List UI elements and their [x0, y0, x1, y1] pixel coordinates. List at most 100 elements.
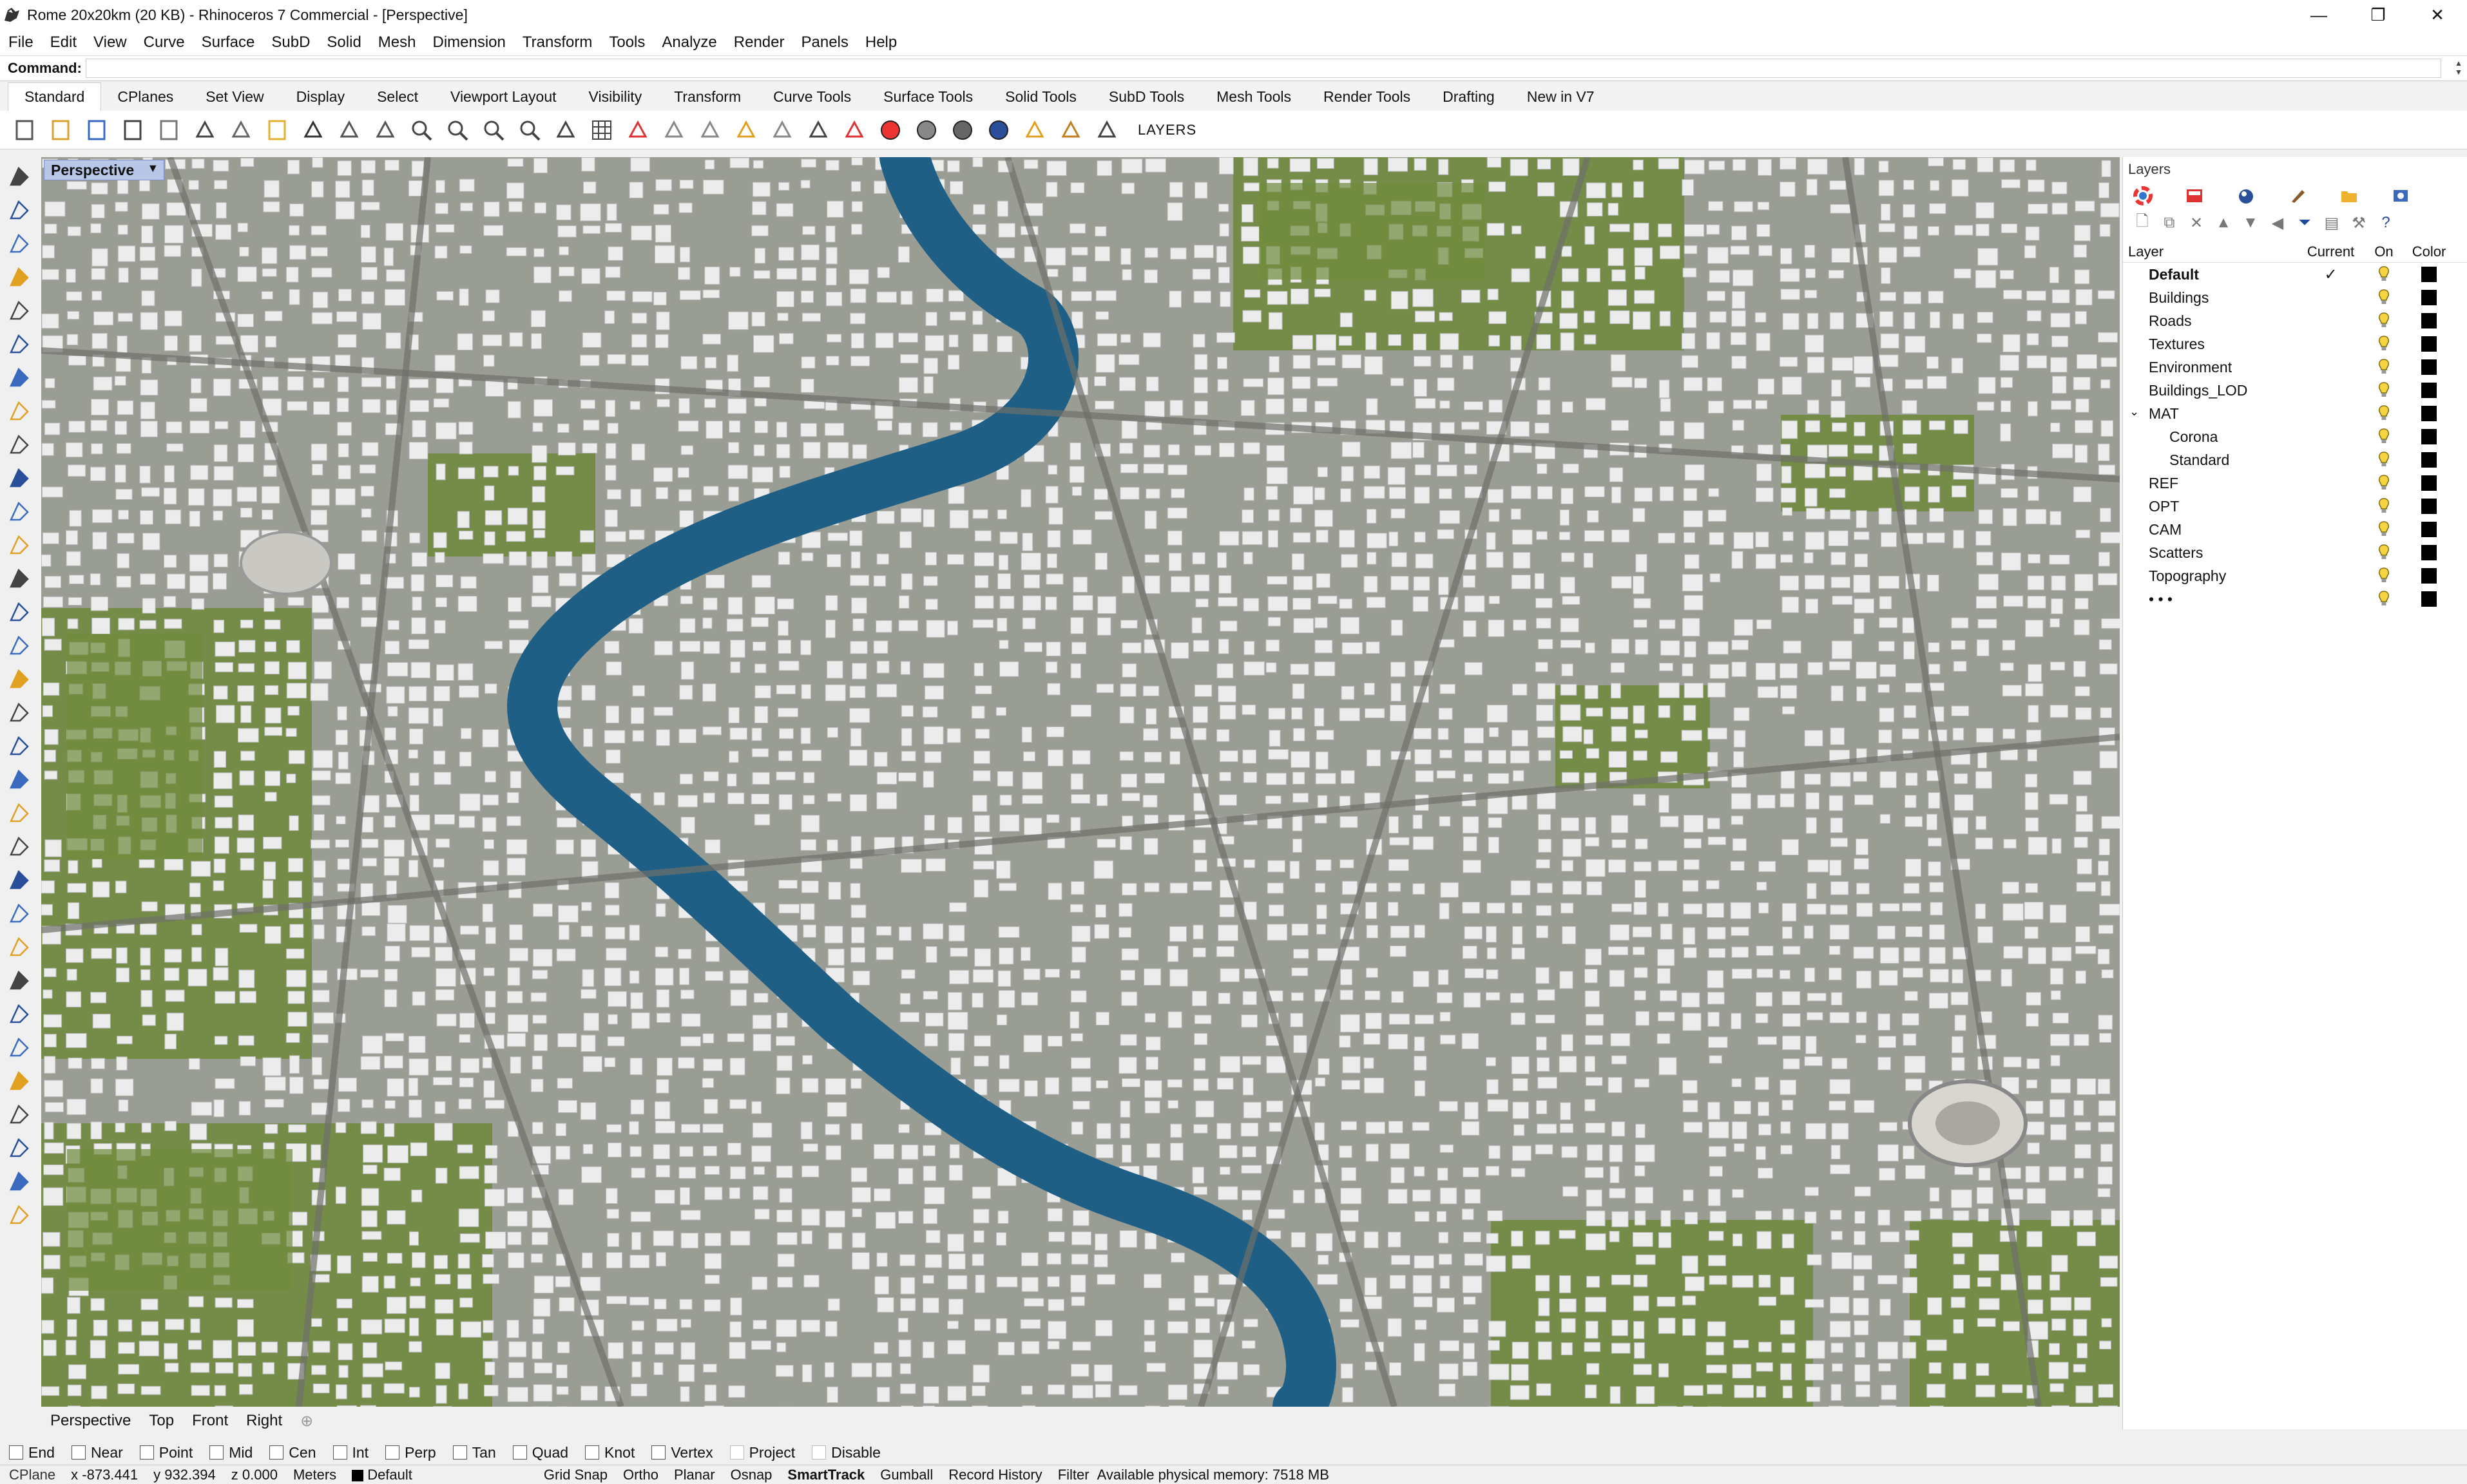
- layer-name[interactable]: CAM: [2123, 521, 2300, 538]
- menu-solid[interactable]: Solid: [318, 33, 369, 52]
- materials-tab-icon[interactable]: [2285, 184, 2310, 208]
- new-sublayer-icon[interactable]: ⧉: [2159, 213, 2180, 233]
- color-swatch[interactable]: [2406, 522, 2452, 537]
- layer-name[interactable]: OPT: [2123, 498, 2300, 515]
- checkbox[interactable]: [269, 1445, 284, 1460]
- osnap-tan[interactable]: Tan: [452, 1444, 496, 1461]
- menu-edit[interactable]: Edit: [42, 33, 85, 52]
- layer-row-corona[interactable]: Corona: [2123, 425, 2467, 448]
- help-icon[interactable]: ?: [2376, 213, 2396, 233]
- layers-tab-icon[interactable]: [2182, 184, 2207, 208]
- menu-panels[interactable]: Panels: [792, 33, 856, 52]
- viewport-menu-icon[interactable]: ▼: [147, 162, 158, 175]
- osnap-project[interactable]: Project: [729, 1444, 795, 1461]
- tab-subd-tools[interactable]: SubD Tools: [1093, 82, 1200, 111]
- explode-icon[interactable]: [5, 1000, 34, 1028]
- osnap-cen[interactable]: Cen: [269, 1444, 316, 1461]
- layer-row-topography[interactable]: Topography: [2123, 564, 2467, 587]
- color-swatch[interactable]: [2406, 568, 2452, 584]
- gear-icon[interactable]: [1057, 116, 1085, 144]
- surface-icon[interactable]: [5, 497, 34, 526]
- sphere-shaded-icon[interactable]: [948, 116, 977, 144]
- menu-curve[interactable]: Curve: [135, 33, 193, 52]
- delete-layer-icon[interactable]: ✕: [2186, 213, 2207, 233]
- layer-row-scatters[interactable]: Scatters: [2123, 541, 2467, 564]
- checkbox[interactable]: [332, 1445, 347, 1460]
- bulb-icon[interactable]: [768, 116, 796, 144]
- tab-right[interactable]: Right: [237, 1412, 291, 1430]
- osnap-vertex[interactable]: Vertex: [651, 1444, 713, 1461]
- maximize-button[interactable]: ❐: [2348, 0, 2408, 30]
- sphere-blue-icon[interactable]: [984, 116, 1013, 144]
- add-viewport-tab-icon[interactable]: ⊕: [291, 1412, 322, 1431]
- layer-name[interactable]: • • •: [2123, 591, 2300, 608]
- layer-name[interactable]: Roads: [2123, 312, 2300, 330]
- cplane-label[interactable]: CPlane: [0, 1467, 63, 1483]
- tab-curve-tools[interactable]: Curve Tools: [757, 82, 867, 111]
- on-toggle[interactable]: [2361, 497, 2406, 515]
- snap-icon[interactable]: [732, 116, 760, 144]
- color-swatch[interactable]: [2406, 359, 2452, 375]
- analyze-icon[interactable]: [5, 698, 34, 727]
- osnap-point[interactable]: Point: [139, 1444, 193, 1461]
- color-swatch[interactable]: [2406, 591, 2452, 607]
- on-toggle[interactable]: [2361, 474, 2406, 492]
- on-toggle[interactable]: [2361, 265, 2406, 283]
- layer-row-buildings-lod[interactable]: Buildings_LOD: [2123, 379, 2467, 402]
- copy-icon[interactable]: [227, 116, 255, 144]
- on-toggle[interactable]: [2361, 381, 2406, 399]
- lock-icon[interactable]: [804, 116, 832, 144]
- extrude-icon[interactable]: [5, 531, 34, 559]
- layer-name[interactable]: Corona: [2123, 428, 2300, 446]
- grid-snap-toggle[interactable]: Grid Snap: [536, 1467, 615, 1483]
- command-input[interactable]: [85, 59, 2441, 78]
- rectangle-icon[interactable]: [5, 397, 34, 425]
- layer-name[interactable]: REF: [2123, 475, 2300, 492]
- on-toggle[interactable]: [2361, 358, 2406, 376]
- menu-dimension[interactable]: Dimension: [424, 33, 514, 52]
- layer-row-ref[interactable]: REF: [2123, 471, 2467, 495]
- layer-icon[interactable]: [840, 116, 869, 144]
- planar-toggle[interactable]: Planar: [666, 1467, 723, 1483]
- checkbox[interactable]: [71, 1445, 86, 1460]
- on-toggle[interactable]: [2361, 590, 2406, 608]
- tab-surface-tools[interactable]: Surface Tools: [867, 82, 989, 111]
- osnap-end[interactable]: End: [9, 1444, 55, 1461]
- layer-row-textures[interactable]: Textures: [2123, 332, 2467, 356]
- arc-icon[interactable]: [5, 363, 34, 392]
- text-icon[interactable]: [5, 966, 34, 994]
- expand-chevron-icon[interactable]: ⌄: [2129, 405, 2139, 419]
- osnap-toggle[interactable]: Osnap: [723, 1467, 780, 1483]
- checkbox[interactable]: [651, 1445, 666, 1460]
- move-icon[interactable]: [371, 116, 399, 144]
- sphere-icon[interactable]: [912, 116, 941, 144]
- color-swatch[interactable]: [2406, 336, 2452, 352]
- layer-name[interactable]: Scatters: [2123, 544, 2300, 562]
- tab-visibility[interactable]: Visibility: [573, 82, 658, 111]
- city-3d-model[interactable]: [41, 157, 2120, 1407]
- record-history-toggle[interactable]: Record History: [941, 1467, 1050, 1483]
- ellipse-icon[interactable]: [5, 330, 34, 358]
- menu-surface[interactable]: Surface: [193, 33, 264, 52]
- menu-tools[interactable]: Tools: [600, 33, 653, 52]
- circle-icon[interactable]: [5, 296, 34, 325]
- fillet-icon[interactable]: [5, 464, 34, 492]
- checkbox[interactable]: [452, 1445, 467, 1460]
- layer-row-cam[interactable]: CAM: [2123, 518, 2467, 541]
- tab-cplanes[interactable]: CPlanes: [101, 82, 189, 111]
- osnap-disable[interactable]: Disable: [812, 1444, 881, 1461]
- tab-select[interactable]: Select: [361, 82, 434, 111]
- color-swatch[interactable]: [2406, 452, 2452, 468]
- layer-row-opt[interactable]: OPT: [2123, 495, 2467, 518]
- cylinder-icon[interactable]: [5, 631, 34, 660]
- layer-name[interactable]: Environment: [2123, 359, 2300, 376]
- on-toggle[interactable]: [2361, 428, 2406, 446]
- open-icon[interactable]: [46, 116, 75, 144]
- move-parent-icon[interactable]: ◀: [2267, 213, 2288, 233]
- zoom-icon[interactable]: [407, 116, 436, 144]
- move-up-icon[interactable]: ▲: [2213, 213, 2234, 233]
- tab-front[interactable]: Front: [183, 1412, 237, 1430]
- current-col-header[interactable]: Current: [2300, 243, 2361, 260]
- color-col-header[interactable]: Color: [2406, 243, 2452, 260]
- save-icon[interactable]: [82, 116, 111, 144]
